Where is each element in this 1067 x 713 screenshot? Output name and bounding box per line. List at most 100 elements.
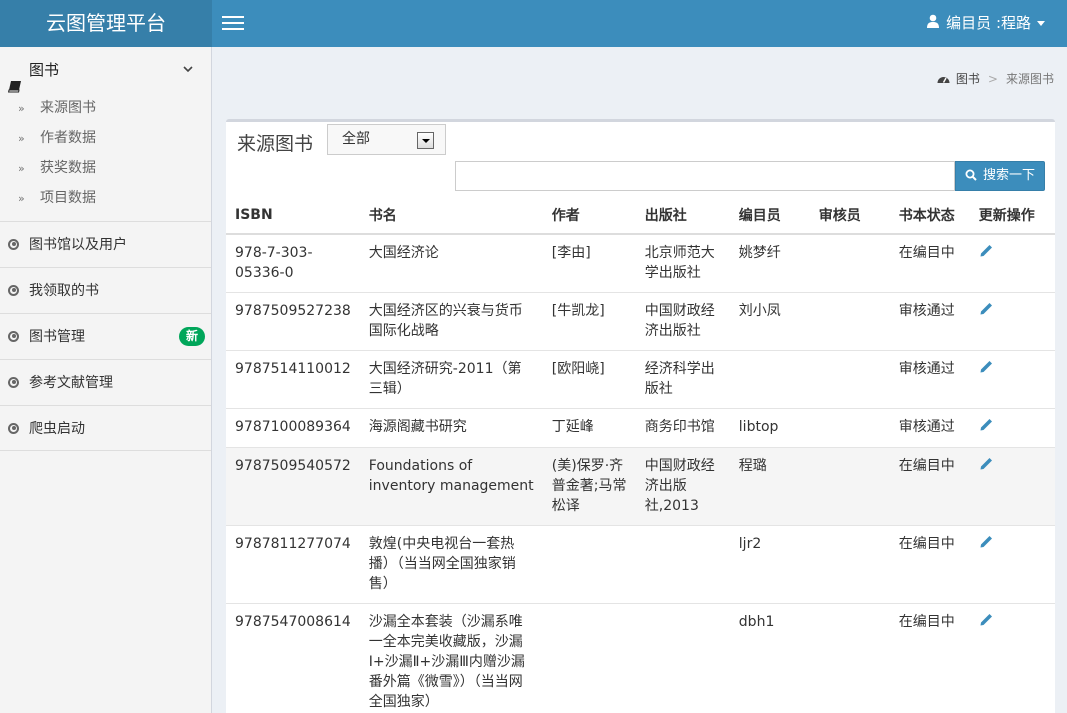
cell-title: 沙漏全本套装（沙漏系唯一全本完美收藏版，沙漏Ⅰ+沙漏Ⅱ+沙漏Ⅲ内赠沙漏番外篇《微… bbox=[359, 603, 543, 713]
sidebar-toggle-button[interactable] bbox=[222, 12, 246, 34]
sidebar-item-book-management[interactable]: 图书管理 新 bbox=[0, 313, 211, 359]
user-name: 编目员 :程路 bbox=[946, 14, 1031, 32]
sidebar-item-award-data[interactable]: » 获奖数据 bbox=[0, 153, 211, 183]
column-header-publisher[interactable]: 出版社 bbox=[635, 197, 730, 235]
cell-author: 丁延峰 bbox=[542, 408, 636, 448]
cell-status: 审核通过 bbox=[889, 408, 970, 448]
new-badge: 新 bbox=[178, 327, 205, 346]
table-row: 9787811277074 敦煌(中央电视台一套热播）（当当网全国独家销售） l… bbox=[226, 525, 1055, 604]
caret-down-icon bbox=[1037, 21, 1045, 26]
circle-dot-icon bbox=[8, 284, 19, 296]
pencil-icon[interactable] bbox=[979, 534, 994, 555]
book-icon bbox=[7, 65, 21, 92]
cell-publisher bbox=[635, 603, 730, 713]
column-header-editor[interactable]: 编目员 bbox=[729, 197, 810, 235]
cell-author: (美)保罗·齐普金著;马常松译 bbox=[542, 447, 636, 526]
cell-editor bbox=[729, 350, 810, 409]
column-header-title[interactable]: 书名 bbox=[359, 197, 543, 235]
sidebar-item-author-data[interactable]: » 作者数据 bbox=[0, 123, 211, 153]
user-menu[interactable]: 编目员 :程路 bbox=[926, 0, 1045, 47]
sidebar-group-label: 图书 bbox=[29, 61, 60, 79]
cell-action bbox=[969, 292, 1055, 351]
sidebar-item-label: 来源图书 bbox=[40, 100, 96, 116]
double-chevron-icon: » bbox=[18, 162, 25, 175]
app-logo[interactable]: 云图管理平台 bbox=[0, 0, 212, 47]
cell-publisher: 经济科学出版社 bbox=[635, 350, 730, 409]
sidebar-item-source-books[interactable]: » 来源图书 bbox=[0, 93, 211, 123]
cell-editor: dbh1 bbox=[729, 603, 810, 713]
cell-action bbox=[969, 233, 1055, 293]
cell-editor: 姚梦纤 bbox=[729, 233, 810, 293]
sidebar-item-references[interactable]: 参考文献管理 bbox=[0, 359, 211, 405]
pencil-icon[interactable] bbox=[979, 301, 994, 322]
cell-reviewer bbox=[809, 408, 890, 448]
double-chevron-icon: » bbox=[18, 132, 25, 145]
cell-action bbox=[969, 603, 1055, 713]
cell-editor: 程璐 bbox=[729, 447, 810, 526]
sidebar-item-library-users[interactable]: 图书馆以及用户 bbox=[0, 221, 211, 267]
cell-reviewer bbox=[809, 292, 890, 351]
breadcrumb-root[interactable]: 图书 bbox=[956, 72, 980, 86]
search-input[interactable] bbox=[455, 161, 955, 191]
cell-status: 在编目中 bbox=[889, 525, 970, 604]
search-button[interactable]: 搜索一下 bbox=[955, 161, 1045, 191]
cell-publisher: 商务印书馆 bbox=[635, 408, 730, 448]
cell-publisher bbox=[635, 525, 730, 604]
double-chevron-icon: » bbox=[18, 102, 25, 115]
column-header-author[interactable]: 作者 bbox=[542, 197, 636, 235]
sidebar: 图书 » 来源图书 » 作者数据 » 获奖数据 » 项目数据 图书馆以及用户 我领取的书… bbox=[0, 47, 212, 713]
sidebar-item-label: 获奖数据 bbox=[40, 160, 96, 176]
content-header: 图书 > 来源图书 bbox=[212, 47, 1067, 101]
sidebar-item-my-books[interactable]: 我领取的书 bbox=[0, 267, 211, 313]
cell-status: 在编目中 bbox=[889, 447, 970, 526]
dashboard-icon bbox=[937, 73, 950, 87]
circle-dot-icon bbox=[8, 376, 19, 388]
pencil-icon[interactable] bbox=[979, 456, 994, 477]
pencil-icon[interactable] bbox=[979, 417, 994, 438]
page-title: 来源图书 bbox=[237, 133, 314, 155]
table-row: 9787509527238 大国经济区的兴衰与货币国际化战略 [牛凯龙] 中国财… bbox=[226, 292, 1055, 351]
column-header-isbn[interactable]: ISBN bbox=[226, 197, 360, 235]
cell-status: 在编目中 bbox=[889, 603, 970, 713]
search-icon bbox=[965, 169, 977, 181]
sidebar-item-project-data[interactable]: » 项目数据 bbox=[0, 183, 211, 213]
pencil-icon[interactable] bbox=[979, 243, 994, 264]
top-navbar: 云图管理平台 编目员 :程路 bbox=[0, 0, 1067, 47]
sidebar-item-label: 参考文献管理 bbox=[29, 375, 113, 391]
filter-select[interactable]: 全部 bbox=[327, 124, 446, 155]
column-header-reviewer[interactable]: 审核员 bbox=[809, 197, 890, 235]
cell-editor: 刘小凤 bbox=[729, 292, 810, 351]
cell-isbn: 9787811277074 bbox=[226, 525, 360, 604]
cell-isbn: 9787514110012 bbox=[226, 350, 360, 409]
pencil-icon[interactable] bbox=[979, 612, 994, 633]
circle-dot-icon bbox=[8, 330, 19, 342]
double-chevron-icon: » bbox=[18, 192, 25, 205]
cell-isbn: 978-7-303-05336-0 bbox=[226, 233, 360, 293]
table-row: 9787509540572 Foundations of inventory m… bbox=[226, 447, 1055, 526]
cell-editor: ljr2 bbox=[729, 525, 810, 604]
cell-title: 大国经济研究-2011（第三辑） bbox=[359, 350, 543, 409]
menu-bar bbox=[222, 16, 244, 18]
sidebar-group-books[interactable]: 图书 bbox=[0, 47, 211, 93]
table-row: 978-7-303-05336-0 大国经济论 [李由] 北京师范大学出版社 姚… bbox=[226, 233, 1055, 293]
cell-title: 大国经济区的兴衰与货币国际化战略 bbox=[359, 292, 543, 351]
pencil-icon[interactable] bbox=[979, 359, 994, 380]
dropdown-arrow-icon bbox=[417, 132, 434, 149]
cell-isbn: 9787509527238 bbox=[226, 292, 360, 351]
sidebar-item-label: 作者数据 bbox=[40, 130, 96, 146]
sidebar-item-crawler[interactable]: 爬虫启动 bbox=[0, 405, 211, 451]
search-button-label: 搜索一下 bbox=[982, 168, 1035, 183]
cell-isbn: 9787547008614 bbox=[226, 603, 360, 713]
cell-author bbox=[542, 603, 636, 713]
sidebar-item-label: 图书馆以及用户 bbox=[29, 237, 127, 253]
column-header-status[interactable]: 书本状态 bbox=[889, 197, 970, 235]
cell-action bbox=[969, 525, 1055, 604]
table-row: 9787547008614 沙漏全本套装（沙漏系唯一全本完美收藏版，沙漏Ⅰ+沙漏… bbox=[226, 603, 1055, 713]
cell-title: 大国经济论 bbox=[359, 233, 543, 293]
sidebar-item-label: 图书管理 bbox=[29, 329, 85, 345]
sidebar-item-label: 爬虫启动 bbox=[29, 421, 85, 437]
cell-reviewer bbox=[809, 603, 890, 713]
cell-isbn: 9787100089364 bbox=[226, 408, 360, 448]
cell-publisher: 中国财政经济出版社,2013 bbox=[635, 447, 730, 526]
cell-author: [欧阳峣] bbox=[542, 350, 636, 409]
